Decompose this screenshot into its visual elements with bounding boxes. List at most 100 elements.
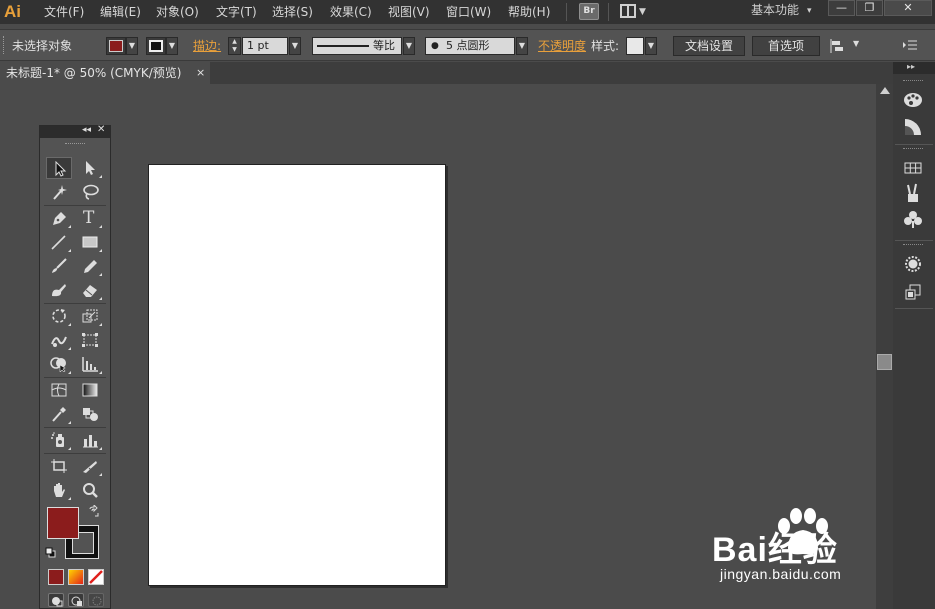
free-transform-tool[interactable]: [77, 329, 103, 351]
artboard-tool[interactable]: [46, 455, 72, 477]
align-options-icon[interactable]: [830, 38, 848, 54]
lasso-tool[interactable]: [77, 181, 103, 203]
appearance-icon[interactable]: [902, 253, 924, 275]
close-icon[interactable]: ×: [196, 62, 205, 84]
stroke-panel-link[interactable]: 描边:: [193, 30, 221, 62]
symbol-sprayer-tool[interactable]: [46, 429, 72, 451]
chevron-down-icon[interactable]: ▼: [166, 37, 178, 55]
menu-select[interactable]: 选择(S): [272, 0, 313, 24]
bridge-button[interactable]: Br: [579, 3, 599, 20]
chevron-down-icon[interactable]: ▼: [403, 37, 415, 55]
type-tool[interactable]: T: [77, 207, 103, 229]
stroke-color-chip: [149, 40, 163, 52]
rotate-tool[interactable]: [46, 305, 72, 327]
collapse-panel-icon[interactable]: ◂◂: [82, 125, 91, 135]
draw-normal-button[interactable]: [48, 593, 64, 607]
column-graph-tool[interactable]: [77, 429, 103, 451]
color-guide-icon[interactable]: [902, 116, 924, 138]
none-mode-button[interactable]: [88, 569, 104, 585]
chevron-down-icon[interactable]: ▼: [126, 37, 138, 55]
brush-definition-field[interactable]: ● 5 点圆形: [425, 37, 515, 55]
menu-effect[interactable]: 效果(C): [330, 0, 372, 24]
shape-builder-tool[interactable]: [46, 353, 72, 375]
expand-panels-icon[interactable]: ▸▸: [907, 62, 915, 71]
menu-object[interactable]: 对象(O): [156, 0, 199, 24]
zoom-icon: [83, 483, 98, 498]
swatches-icon[interactable]: [902, 157, 924, 179]
panel-grip[interactable]: [903, 244, 923, 247]
opacity-panel-link[interactable]: 不透明度: [538, 30, 586, 62]
panel-grip[interactable]: [3, 36, 6, 54]
menu-file[interactable]: 文件(F): [44, 0, 84, 24]
close-icon[interactable]: ✕: [97, 124, 105, 135]
document-tab[interactable]: 未标题-1* @ 50% (CMYK/预览): [0, 62, 210, 84]
line-segment-tool[interactable]: [46, 231, 72, 253]
scroll-up-arrow-icon[interactable]: [880, 87, 890, 94]
swap-fill-stroke-icon[interactable]: [88, 503, 100, 517]
fill-color-swatch[interactable]: [47, 507, 79, 539]
magic-wand-tool[interactable]: [46, 181, 72, 203]
hand-tool[interactable]: [46, 479, 72, 501]
panel-grip[interactable]: [65, 143, 85, 146]
perspective-grid-icon: [82, 357, 98, 372]
graphic-style-swatch[interactable]: [626, 37, 644, 55]
menu-help[interactable]: 帮助(H): [508, 0, 550, 24]
mesh-icon: [51, 383, 67, 397]
slice-tool[interactable]: [77, 455, 103, 477]
chevron-down-icon[interactable]: ▾: [807, 6, 812, 16]
mesh-tool[interactable]: [46, 379, 72, 401]
dock-header[interactable]: ▸▸: [893, 62, 935, 74]
paintbrush-tool[interactable]: [46, 255, 72, 277]
rectangle-tool[interactable]: [77, 231, 103, 253]
workspace-switcher[interactable]: 基本功能: [751, 0, 799, 24]
default-fill-stroke-icon[interactable]: [45, 547, 56, 558]
gradient-tool[interactable]: [77, 379, 103, 401]
stroke-weight-field[interactable]: 1 pt: [242, 37, 288, 55]
symbols-icon[interactable]: [902, 208, 924, 230]
chevron-down-icon[interactable]: ▼: [645, 37, 657, 55]
stroke-swatch-control[interactable]: [146, 37, 166, 55]
stroke-profile-field[interactable]: 等比: [312, 37, 402, 55]
chevron-down-icon[interactable]: ▼: [853, 39, 859, 48]
selection-tool[interactable]: [46, 157, 72, 179]
color-icon[interactable]: [902, 89, 924, 111]
close-window-button[interactable]: ✕: [884, 0, 932, 16]
stroke-weight-stepper[interactable]: ▲ ▼: [228, 37, 241, 55]
menu-type[interactable]: 文字(T): [216, 0, 257, 24]
chevron-down-icon[interactable]: ▼: [289, 37, 301, 55]
fill-swatch-control[interactable]: [106, 37, 126, 55]
menu-window[interactable]: 窗口(W): [446, 0, 491, 24]
blend-tool[interactable]: [77, 403, 103, 425]
arrange-documents-button[interactable]: ▼: [618, 3, 648, 20]
document-setup-button[interactable]: 文档设置: [673, 36, 745, 56]
panel-grip[interactable]: [903, 148, 923, 151]
brushes-icon[interactable]: [902, 182, 924, 204]
graph-tool[interactable]: [77, 353, 103, 375]
pen-tool[interactable]: [46, 207, 72, 229]
warp-tool[interactable]: [46, 329, 72, 351]
graphic-styles-icon[interactable]: [902, 281, 924, 303]
control-bar: 未选择对象 ▼ ▼ 描边: ▲ ▼ 1 pt ▼ 等比 ▼ ● 5 点圆形 ▼ 不…: [0, 29, 935, 61]
artboard[interactable]: [148, 164, 446, 586]
menu-view[interactable]: 视图(V): [388, 0, 430, 24]
restore-button[interactable]: ❐: [856, 0, 883, 16]
direct-selection-tool[interactable]: [77, 157, 103, 179]
scale-tool[interactable]: [77, 305, 103, 327]
scrollbar-thumb[interactable]: [877, 354, 892, 370]
gradient-mode-button[interactable]: [68, 569, 84, 585]
draw-behind-button[interactable]: [68, 593, 84, 607]
eraser-tool[interactable]: [77, 279, 103, 301]
eyedropper-tool[interactable]: [46, 403, 72, 425]
draw-inside-button[interactable]: [88, 593, 104, 607]
menu-edit[interactable]: 编辑(E): [100, 0, 141, 24]
panel-grip[interactable]: [903, 80, 923, 83]
preferences-button[interactable]: 首选项: [752, 36, 820, 56]
panel-menu-icon[interactable]: [902, 38, 918, 52]
minimize-button[interactable]: —: [828, 0, 855, 16]
tools-panel-header[interactable]: ◂◂ ✕: [40, 124, 110, 138]
chevron-down-icon[interactable]: ▼: [516, 37, 528, 55]
blob-brush-tool[interactable]: [46, 279, 72, 301]
zoom-tool[interactable]: [77, 479, 103, 501]
color-mode-button[interactable]: [48, 569, 64, 585]
pencil-tool[interactable]: [77, 255, 103, 277]
